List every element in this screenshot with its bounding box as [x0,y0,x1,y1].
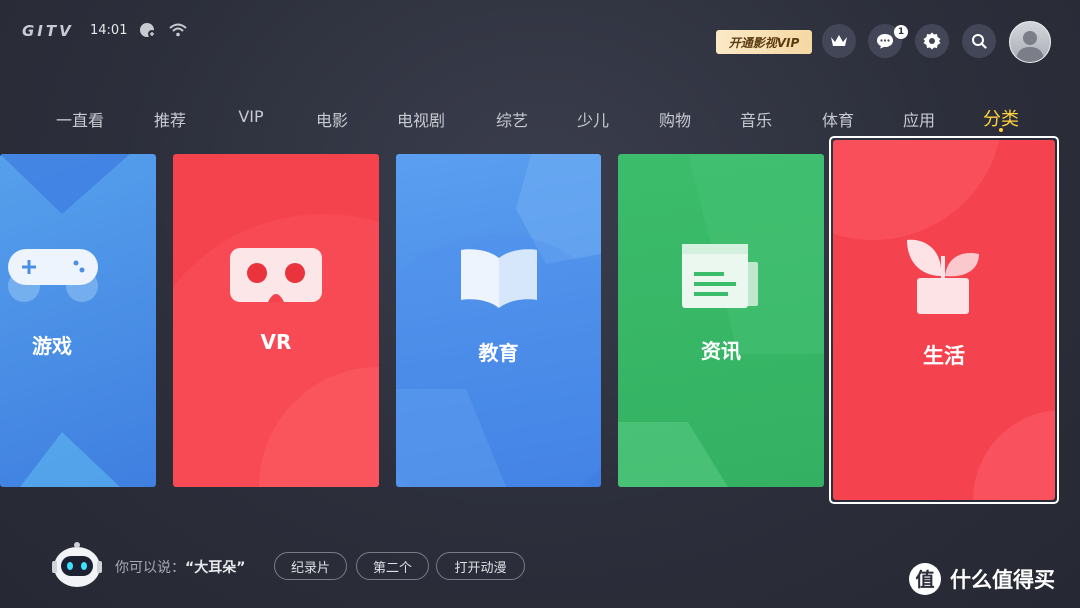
user-avatar-icon [1016,31,1044,62]
voice-hint-prefix: 你可以说： [115,560,185,576]
crown-button[interactable] [822,24,856,58]
robot-assistant-icon [52,542,102,587]
category-tabs: 一直看 推荐 VIP 电影 电视剧 综艺 少儿 购物 音乐 体育 应用 分类 [0,107,1080,131]
tab-music[interactable]: 音乐 [740,107,772,131]
message-count-badge: 1 [894,25,908,39]
tab-recommend[interactable]: 推荐 [154,107,186,131]
search-button[interactable] [962,24,996,58]
tab-variety[interactable]: 综艺 [496,107,528,131]
voice-suggestion-documentary[interactable]: 纪录片 [274,552,347,580]
tab-vip[interactable]: VIP [238,107,263,126]
category-card-news[interactable]: 资讯 [618,154,824,487]
usb-status-icon [140,23,156,38]
gear-icon [923,32,941,50]
voice-suggestion-second[interactable]: 第二个 [356,552,429,580]
book-icon [461,249,537,308]
tab-kids[interactable]: 少儿 [577,107,609,131]
search-icon [972,34,987,49]
category-card-education[interactable]: 教育 [396,154,601,487]
settings-button[interactable] [915,24,949,58]
vr-headset-icon [230,248,322,302]
tab-yizhikan[interactable]: 一直看 [56,107,104,131]
user-avatar[interactable] [1009,21,1051,63]
card-decoration [0,154,130,487]
clock: 14:01 [90,23,128,38]
smzdm-logo-glyph: 值 [915,568,934,591]
tab-movies[interactable]: 电影 [316,107,348,131]
category-card-vr[interactable]: VR [173,154,379,487]
card-label-education: 教育 [478,341,519,365]
watermark-text: 什么值得买 [950,568,1055,592]
category-card-games[interactable]: 游戏 [0,154,156,487]
card-decoration [173,214,379,487]
wifi-icon [169,23,187,37]
active-tab-indicator [999,128,1003,132]
tab-tv-series[interactable]: 电视剧 [397,107,445,131]
tab-apps[interactable]: 应用 [903,107,935,131]
chat-icon [877,34,893,49]
card-decoration [618,154,824,487]
tab-sports[interactable]: 体育 [822,107,854,131]
focus-frame [829,136,1059,504]
gitv-logo: GITV [22,22,74,40]
card-label-games: 游戏 [32,334,72,358]
voice-suggestion-anime[interactable]: 打开动漫 [436,552,525,580]
voice-hint: 你可以说：“大耳朵” [115,557,245,577]
tab-shopping[interactable]: 购物 [659,107,691,131]
smzdm-logo-icon: 值 [909,563,941,595]
newspaper-icon [682,244,758,308]
card-label-news: 资讯 [701,339,741,363]
vip-button[interactable]: 开通影视VIP [716,30,812,54]
card-decoration [396,154,601,487]
crown-icon [831,35,847,46]
smzdm-watermark: 值 什么值得买 [908,562,1055,596]
gamepad-icon [8,249,98,302]
card-label-vr: VR [260,330,292,354]
voice-hint-keyword: “大耳朵” [185,560,246,576]
